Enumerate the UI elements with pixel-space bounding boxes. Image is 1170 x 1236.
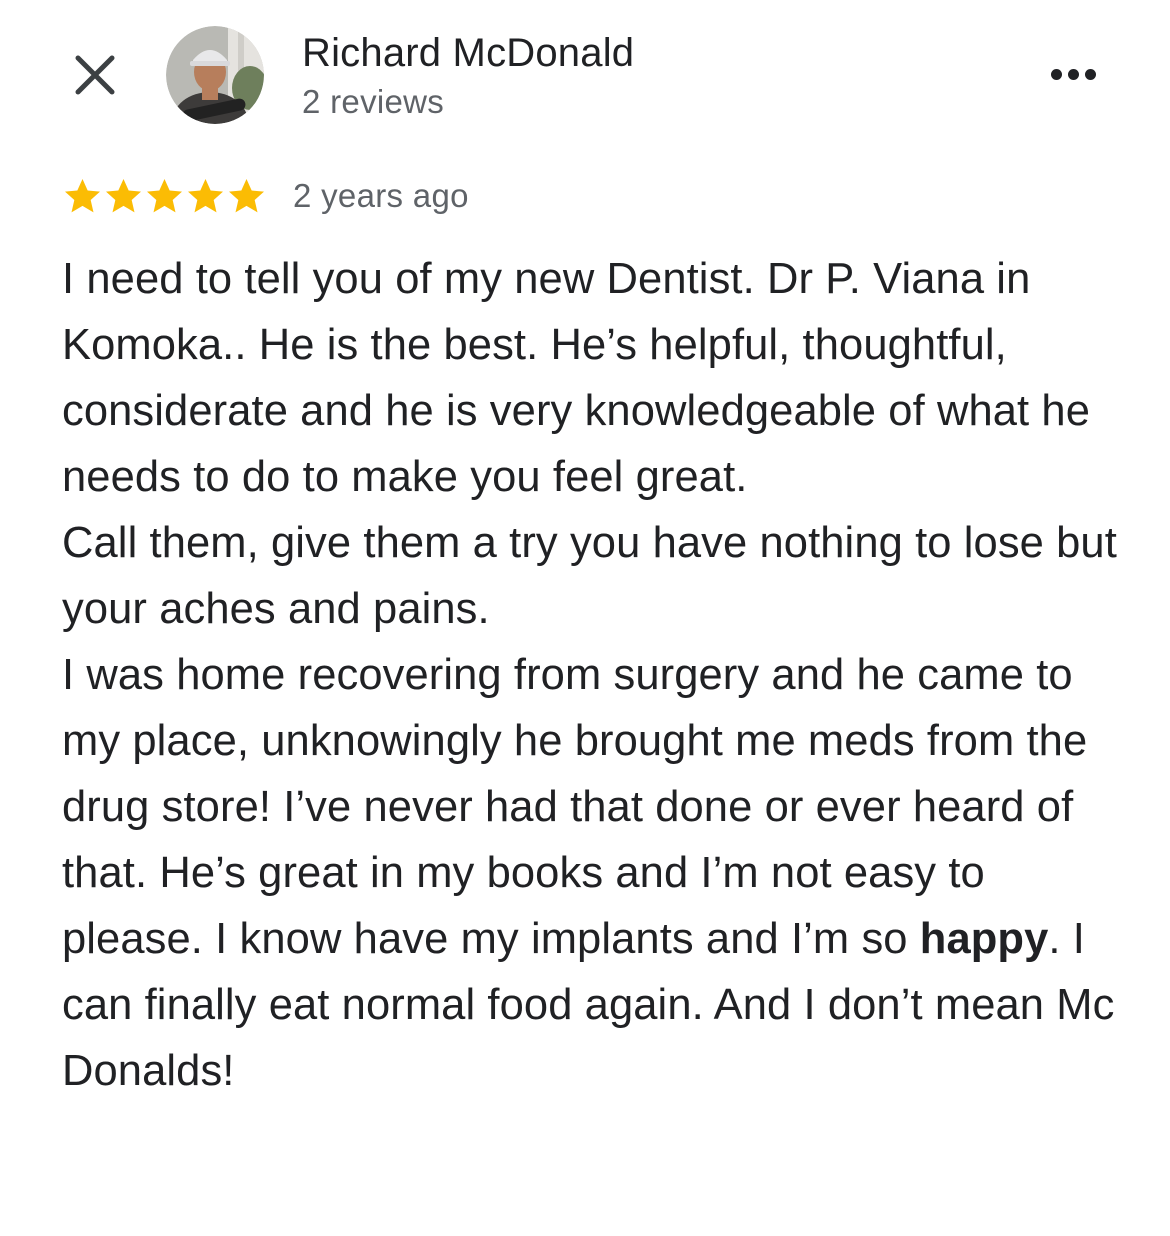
reviewer-info: Richard McDonald 2 reviews [302, 30, 634, 124]
review-text: I need to tell you of my new Dentist. Dr… [62, 246, 1122, 1104]
avatar-photo [166, 26, 264, 124]
star-icon [65, 179, 100, 213]
review-paragraph-1: I need to tell you of my new Dentist. Dr… [62, 255, 1091, 501]
reviewer-review-count: 2 reviews [302, 83, 445, 120]
review-paragraph-2: Call them, give them a try you have noth… [62, 519, 1117, 633]
star-icon [147, 179, 182, 213]
star-rating [62, 176, 267, 216]
review-age: 2 years ago [293, 177, 469, 214]
reviewer-avatar[interactable] [166, 26, 264, 124]
more-horizontal-icon-dot [1067, 68, 1079, 80]
reviewer-name[interactable]: Richard McDonald [302, 30, 634, 76]
close-button[interactable] [66, 46, 124, 104]
close-icon [75, 55, 115, 95]
star-icon [188, 179, 223, 213]
review-bold-word: happy [919, 915, 1049, 963]
star-icon [229, 179, 264, 213]
star-icon [106, 179, 141, 213]
more-options-button[interactable] [1040, 56, 1106, 92]
review-paragraph-3: I was home recovering from surgery and h… [62, 642, 1122, 1104]
more-horizontal-icon-dot [1084, 68, 1096, 80]
rating-row: 2 years ago [62, 172, 469, 220]
more-horizontal-icon [1050, 68, 1062, 80]
